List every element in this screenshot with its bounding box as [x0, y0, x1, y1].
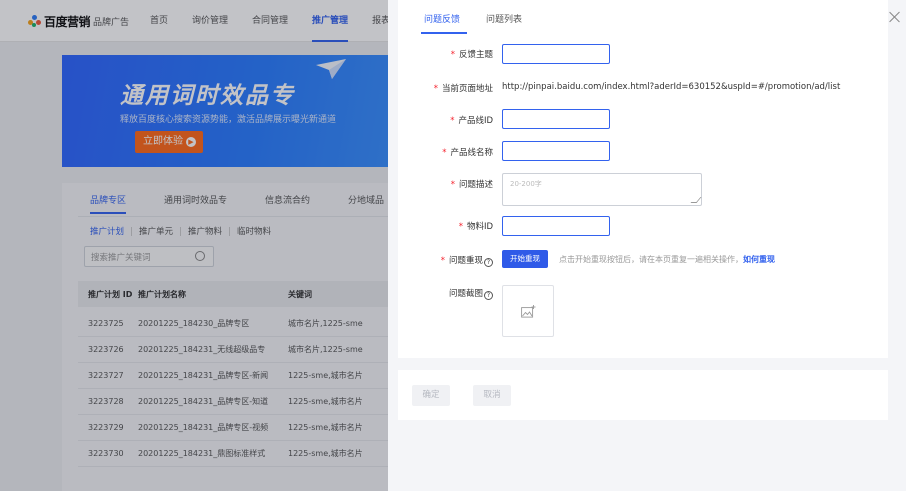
feedback-form-panel: 问题反馈 问题列表 * 反馈主题 * 当前页面地址 * 产品线ID * 产品线名称 * 问… [398, 0, 888, 358]
close-icon[interactable] [888, 10, 902, 24]
subject-label: * 反馈主题 [450, 50, 493, 60]
description-label: * 问题描述 [450, 180, 493, 190]
feedback-drawer: 问题反馈 问题列表 * 反馈主题 * 当前页面地址 * 产品线ID * 产品线名称 * 问… [388, 0, 906, 491]
required-mark: * [458, 222, 463, 232]
required-mark: * [450, 50, 455, 60]
help-icon[interactable]: ? [484, 258, 493, 267]
start-reproduce-button[interactable]: 开始重现 [502, 250, 548, 268]
required-mark: * [433, 84, 438, 94]
confirm-button[interactable]: 确定 [412, 385, 450, 406]
help-icon[interactable]: ? [484, 291, 493, 300]
product-id-input[interactable] [502, 109, 610, 129]
modal-backdrop[interactable] [0, 0, 388, 491]
add-image-icon [521, 305, 536, 318]
product-name-label: * 产品线名称 [442, 148, 493, 158]
reproduce-label: * 问题重现? [441, 254, 493, 267]
description-textarea[interactable]: 20-200字 [502, 173, 702, 206]
required-mark: * [450, 116, 455, 126]
subject-input[interactable] [502, 44, 610, 64]
drawer-footer: 确定 取消 [398, 370, 888, 420]
screenshot-upload[interactable] [502, 285, 554, 337]
product-id-label: * 产品线ID [450, 116, 493, 126]
description-placeholder: 20-200字 [510, 180, 542, 188]
required-mark: * [440, 256, 445, 266]
material-id-input[interactable] [502, 216, 610, 236]
page-url-label: * 当前页面地址 [433, 84, 493, 94]
product-name-input[interactable] [502, 141, 610, 161]
form-labels: * 反馈主题 * 当前页面地址 * 产品线ID * 产品线名称 * 问题描述 * 物料ID … [398, 0, 493, 358]
page-url-value: http://pinpai.baidu.com/index.html?aderI… [502, 82, 841, 92]
resize-handle[interactable] [690, 197, 702, 203]
how-to-reproduce-link[interactable]: 如何重现 [743, 255, 775, 264]
required-mark: * [450, 180, 455, 190]
reproduce-hint: 点击开始重现按钮后，请在本页重复一遍相关操作，如何重现 [559, 255, 775, 264]
screenshot-label: 问题截图? [449, 287, 493, 300]
cancel-button[interactable]: 取消 [473, 385, 511, 406]
required-mark: * [442, 148, 447, 158]
material-id-label: * 物料ID [458, 222, 493, 232]
